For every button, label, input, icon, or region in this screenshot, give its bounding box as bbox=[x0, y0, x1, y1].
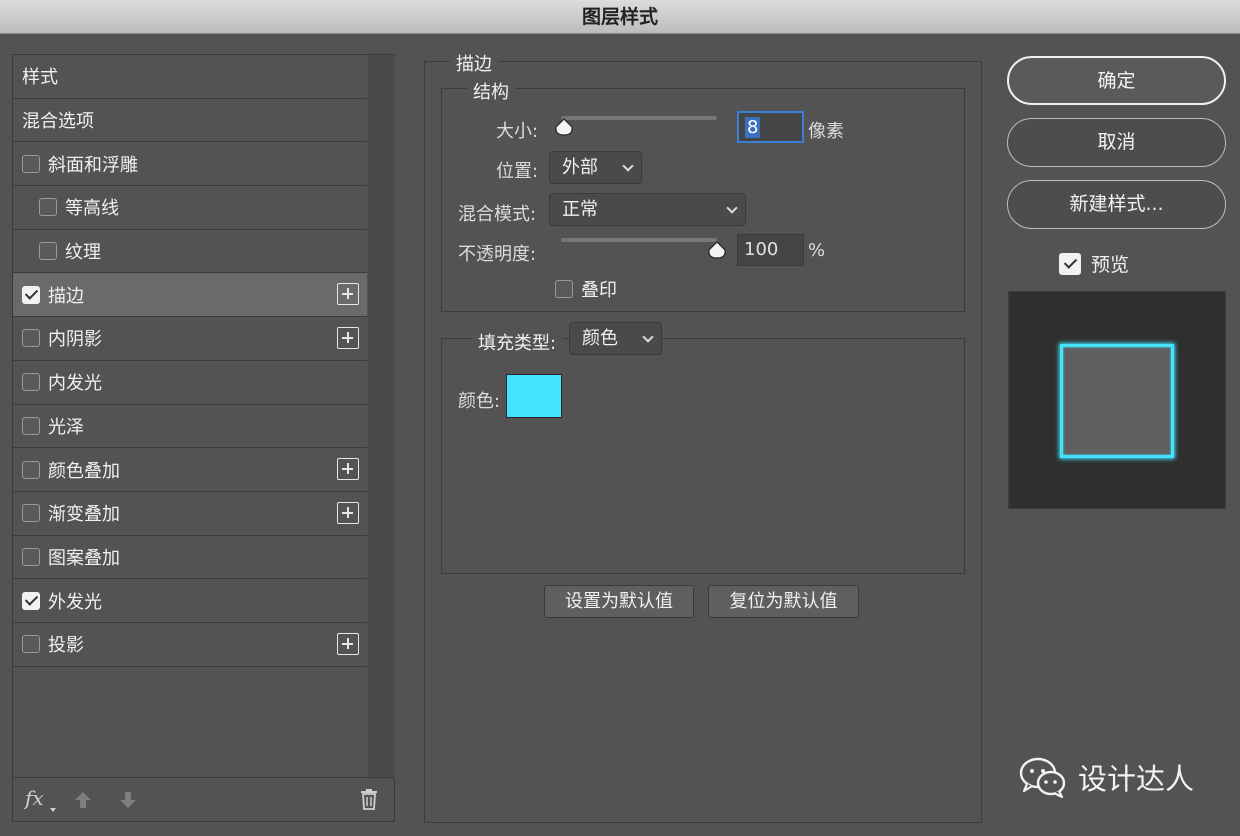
preview-thumbnail bbox=[1008, 291, 1226, 509]
style-checkbox[interactable] bbox=[39, 242, 57, 261]
size-value: 8 bbox=[745, 117, 761, 138]
fill-type-select[interactable]: 颜色 bbox=[569, 322, 662, 355]
style-item-label: 内发光 bbox=[48, 373, 102, 395]
fill-type-label: 填充类型: bbox=[472, 329, 563, 355]
blend-mode-select[interactable]: 正常 bbox=[549, 193, 746, 226]
style-item[interactable]: 渐变叠加 bbox=[13, 491, 367, 536]
style-checkbox[interactable] bbox=[22, 416, 40, 435]
styles-scrollbar[interactable] bbox=[368, 55, 395, 779]
style-item-label: 混合选项 bbox=[22, 111, 94, 133]
style-checkbox[interactable] bbox=[22, 547, 40, 566]
style-item[interactable]: 样式 bbox=[13, 55, 367, 99]
preview-label: 预览 bbox=[1091, 254, 1130, 276]
add-instance-icon[interactable] bbox=[337, 327, 359, 350]
style-checkbox[interactable] bbox=[22, 373, 40, 392]
add-instance-icon[interactable] bbox=[337, 501, 359, 524]
fx-menu-button[interactable]: fx bbox=[25, 786, 44, 810]
style-item[interactable]: 颜色叠加 bbox=[13, 448, 367, 492]
opacity-unit: % bbox=[808, 240, 826, 261]
style-item[interactable]: 投影 bbox=[13, 622, 367, 667]
overprint-checkbox[interactable] bbox=[555, 280, 573, 298]
chevron-down-icon bbox=[726, 202, 738, 214]
move-down-icon[interactable] bbox=[118, 790, 138, 810]
watermark-text: 设计达人 bbox=[1078, 762, 1195, 796]
style-item[interactable]: 描边 bbox=[13, 273, 367, 318]
wechat-icon bbox=[1019, 757, 1066, 798]
style-item-label: 光泽 bbox=[48, 416, 84, 438]
style-item-label: 等高线 bbox=[65, 198, 119, 220]
style-item-label: 内阴影 bbox=[48, 329, 102, 351]
style-checkbox[interactable] bbox=[22, 285, 40, 304]
position-value: 外部 bbox=[562, 157, 598, 178]
size-slider-thumb[interactable] bbox=[554, 118, 574, 136]
style-item-label: 投影 bbox=[48, 635, 84, 657]
style-item[interactable]: 图案叠加 bbox=[13, 535, 367, 580]
fill-type-value: 颜色 bbox=[582, 328, 618, 349]
add-instance-icon[interactable] bbox=[337, 632, 359, 655]
style-checkbox[interactable] bbox=[22, 504, 40, 523]
style-item-label: 样式 bbox=[22, 67, 58, 89]
trash-icon[interactable] bbox=[359, 788, 379, 810]
styles-panel: 样式混合选项斜面和浮雕等高线纹理描边内阴影内发光光泽颜色叠加渐变叠加图案叠加外发… bbox=[12, 54, 395, 822]
style-checkbox[interactable] bbox=[22, 154, 40, 173]
size-slider-track[interactable] bbox=[561, 116, 717, 120]
style-checkbox[interactable] bbox=[39, 198, 57, 217]
style-item[interactable]: 等高线 bbox=[13, 186, 367, 230]
color-label: 颜色: bbox=[458, 391, 501, 412]
make-default-button[interactable]: 设置为默认值 bbox=[544, 585, 694, 618]
blend-mode-value: 正常 bbox=[562, 199, 598, 220]
structure-group-title: 结构 bbox=[467, 78, 515, 104]
style-item-label: 图案叠加 bbox=[48, 547, 120, 569]
new-style-button[interactable]: 新建样式... bbox=[1007, 180, 1226, 229]
blend-mode-label: 混合模式: bbox=[458, 204, 537, 225]
watermark: 设计达人 bbox=[1018, 756, 1194, 798]
style-checkbox[interactable] bbox=[22, 329, 40, 348]
style-item[interactable]: 纹理 bbox=[13, 229, 367, 274]
chevron-down-icon bbox=[622, 160, 634, 172]
styles-footer: fx bbox=[13, 777, 394, 821]
ok-button[interactable]: 确定 bbox=[1007, 56, 1226, 105]
style-item-label: 描边 bbox=[48, 285, 84, 307]
style-item[interactable]: 光泽 bbox=[13, 404, 367, 449]
preview-checkbox[interactable] bbox=[1059, 252, 1081, 275]
style-item-label: 颜色叠加 bbox=[48, 460, 120, 482]
chevron-down-icon bbox=[642, 331, 654, 343]
reset-default-button[interactable]: 复位为默认值 bbox=[708, 585, 859, 618]
style-checkbox[interactable] bbox=[22, 460, 40, 479]
style-item[interactable]: 内发光 bbox=[13, 360, 367, 405]
size-unit: 像素 bbox=[808, 121, 844, 142]
overprint-option[interactable]: 叠印 bbox=[555, 276, 617, 302]
cancel-button[interactable]: 取消 bbox=[1007, 118, 1226, 167]
opacity-slider-track[interactable] bbox=[561, 238, 717, 242]
style-item[interactable]: 外发光 bbox=[13, 579, 367, 623]
add-instance-icon[interactable] bbox=[337, 458, 359, 481]
add-instance-icon[interactable] bbox=[337, 283, 359, 306]
preview-option[interactable]: 预览 bbox=[1059, 250, 1129, 277]
styles-list: 样式混合选项斜面和浮雕等高线纹理描边内阴影内发光光泽颜色叠加渐变叠加图案叠加外发… bbox=[13, 55, 367, 667]
stroke-group-title: 描边 bbox=[450, 50, 498, 76]
move-up-icon[interactable] bbox=[73, 790, 93, 810]
size-label: 大小: bbox=[496, 121, 539, 142]
style-checkbox[interactable] bbox=[22, 635, 40, 654]
style-item[interactable]: 斜面和浮雕 bbox=[13, 142, 367, 187]
fx-dropdown-icon bbox=[50, 808, 56, 812]
style-item[interactable]: 内阴影 bbox=[13, 317, 367, 361]
preview-stroke-square bbox=[1060, 344, 1174, 458]
size-input[interactable]: 8 bbox=[737, 111, 804, 143]
color-swatch[interactable] bbox=[506, 374, 562, 418]
style-item-label: 渐变叠加 bbox=[48, 504, 120, 526]
style-item-label: 斜面和浮雕 bbox=[48, 154, 138, 176]
position-label: 位置: bbox=[496, 161, 539, 182]
opacity-input[interactable]: 100 bbox=[737, 234, 804, 266]
style-item-label: 纹理 bbox=[65, 242, 101, 264]
style-item-label: 外发光 bbox=[48, 591, 102, 613]
style-checkbox[interactable] bbox=[22, 591, 40, 610]
window-title: 图层样式 bbox=[0, 0, 1240, 34]
overprint-label: 叠印 bbox=[581, 280, 617, 301]
opacity-slider-thumb[interactable] bbox=[707, 241, 727, 259]
opacity-label: 不透明度: bbox=[458, 244, 537, 265]
position-select[interactable]: 外部 bbox=[549, 151, 642, 184]
style-item[interactable]: 混合选项 bbox=[13, 98, 367, 143]
